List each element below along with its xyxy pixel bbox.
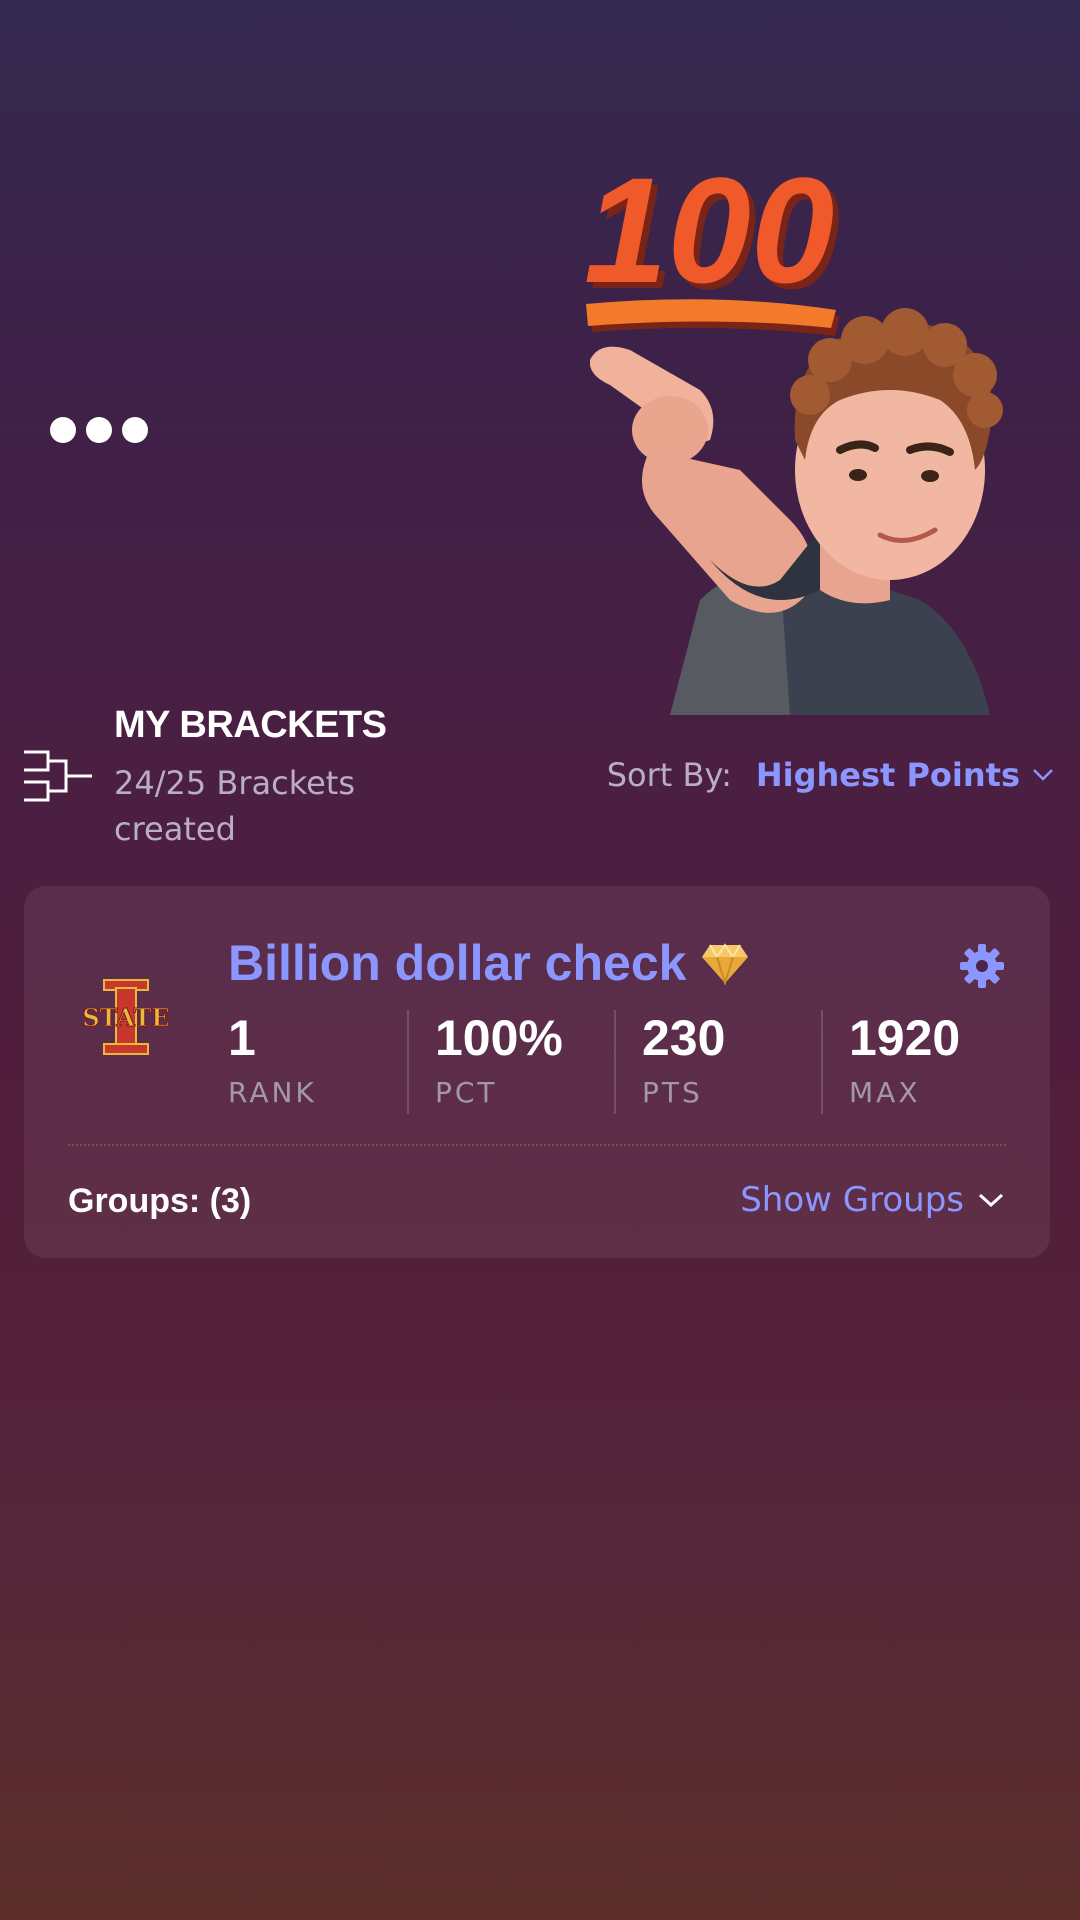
more-options-button[interactable]: [50, 410, 160, 450]
sort-label: Sort By:: [606, 756, 732, 794]
card-title-row: Billion dollar check: [228, 934, 750, 992]
stat-label: RANK: [228, 1076, 317, 1109]
settings-gear-icon[interactable]: [958, 942, 1006, 990]
stat-label: PTS: [642, 1076, 703, 1109]
bracket-card[interactable]: STATE Billion dollar check 1 RANK 100% P…: [24, 886, 1050, 1258]
brackets-count: 24/25 Brackets created: [114, 764, 355, 848]
stat-max: 1920 MAX: [821, 1010, 1028, 1114]
stat-label: PCT: [435, 1076, 498, 1109]
groups-count: Groups: (3): [68, 1182, 252, 1220]
stat-pct: 100% PCT: [407, 1010, 614, 1114]
chevron-down-icon: [978, 1193, 1004, 1208]
sort-dropdown[interactable]: Highest Points: [756, 756, 1054, 794]
stat-value: 1: [228, 1010, 256, 1066]
sort-control[interactable]: Sort By: Highest Points: [607, 756, 1054, 794]
brackets-title: MY BRACKETS: [114, 704, 387, 746]
hero-illustration: 100 100: [560, 170, 1060, 715]
diamond-icon: [702, 943, 749, 985]
more-dots-icon: [50, 417, 76, 443]
show-groups-label: Show Groups: [740, 1180, 964, 1220]
stat-rank: 1 RANK: [228, 1010, 407, 1114]
team-logo: STATE: [82, 979, 170, 1055]
bracket-stats: 1 RANK 100% PCT 230 PTS 1920 MAX: [228, 1010, 1028, 1114]
stat-value: 230: [642, 1010, 726, 1066]
stat-pts: 230 PTS: [614, 1010, 821, 1114]
avatar-illustration: [590, 308, 1003, 715]
card-divider: [68, 1144, 1006, 1146]
stat-value: 100%: [435, 1010, 563, 1066]
sort-value: Highest Points: [755, 756, 1020, 794]
more-dot: [122, 417, 148, 443]
stat-value: 1920: [849, 1010, 961, 1066]
bracket-icon: [24, 750, 92, 802]
bracket-name[interactable]: Billion dollar check: [228, 934, 686, 992]
svg-text:100: 100: [584, 170, 834, 314]
stat-label: MAX: [849, 1076, 921, 1109]
show-groups-button[interactable]: Show Groups: [740, 1180, 1004, 1220]
more-dot: [86, 417, 112, 443]
svg-text:STATE: STATE: [82, 1003, 169, 1032]
brackets-header: MY BRACKETS 24/25 Brackets created Sort …: [22, 700, 1058, 850]
chevron-down-icon: [1033, 769, 1053, 781]
